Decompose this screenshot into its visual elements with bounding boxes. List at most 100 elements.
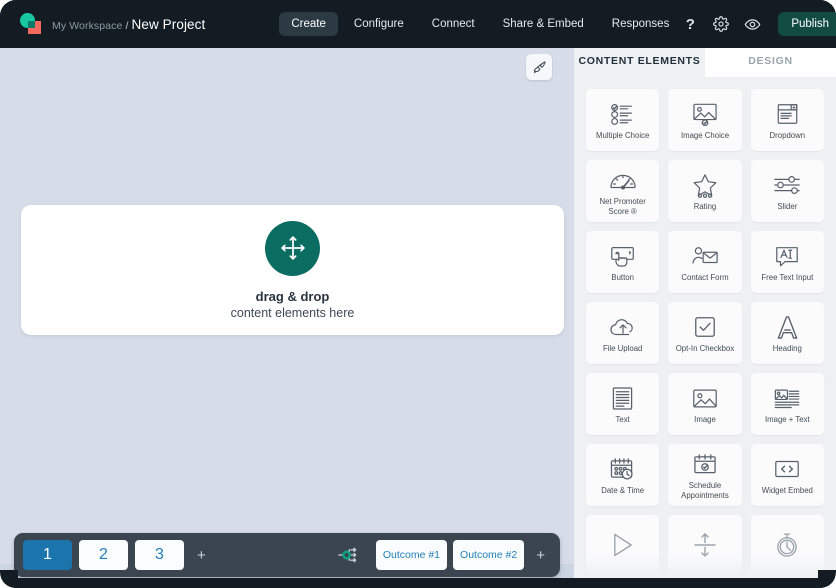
- code-brackets-icon: [773, 454, 801, 484]
- drag-drop-zone[interactable]: drag & drop content elements here: [21, 205, 564, 335]
- element-label: Schedule Appointments: [681, 481, 729, 500]
- element-tile-contact-form[interactable]: Contact Form: [668, 231, 742, 293]
- element-tile-nps[interactable]: Net Promoter Score ®: [586, 160, 660, 222]
- element-label: Slider: [777, 202, 798, 212]
- element-label: Multiple Choice: [596, 131, 650, 141]
- breadcrumb: My Workspace / New Project: [52, 17, 205, 32]
- element-label: Image Choice: [680, 131, 730, 141]
- publish-button[interactable]: Publish: [778, 12, 836, 36]
- play-triangle-icon: [609, 530, 636, 560]
- element-tile-image-choice[interactable]: Image Choice: [668, 89, 742, 151]
- multiple-choice-icon: [610, 99, 636, 129]
- element-tile-heading[interactable]: Heading: [750, 302, 824, 364]
- app-window: My Workspace / New Project Create Configur…: [0, 0, 836, 588]
- cloud-upload-icon: [609, 312, 637, 342]
- logo-overlap: [28, 21, 35, 28]
- header-actions: ? Publish SI: [681, 12, 836, 37]
- tab-design[interactable]: DESIGN: [705, 44, 836, 77]
- star-icon: [692, 170, 718, 200]
- nav-tab-connect[interactable]: Connect: [420, 12, 487, 36]
- image-text-icon: [773, 383, 801, 413]
- image-icon: [691, 383, 719, 413]
- button-click-icon: [609, 241, 637, 271]
- element-label: Rating: [693, 202, 717, 212]
- outcome-chip-2[interactable]: Outcome #2: [453, 540, 525, 570]
- element-label: Contact Form: [681, 273, 729, 283]
- calendar-clock-icon: [609, 454, 636, 484]
- element-tile-widget-embed[interactable]: Widget Embed: [750, 444, 824, 506]
- breadcrumb-workspace[interactable]: My Workspace: [52, 20, 122, 32]
- dropzone-title: drag & drop: [255, 288, 330, 304]
- element-label: Widget Embed: [761, 486, 813, 496]
- stopwatch-icon: [774, 530, 800, 560]
- breadcrumb-separator: /: [125, 19, 129, 32]
- element-label: Image: [694, 415, 716, 425]
- side-panel: CONTENT ELEMENTS DESIGN Multiple Choice …: [574, 44, 836, 588]
- element-label: Button: [611, 273, 634, 283]
- element-label: Image + Text: [764, 415, 810, 425]
- nav-tab-create[interactable]: Create: [279, 12, 338, 36]
- four-way-arrow-icon: [265, 220, 320, 276]
- spacer-divider-icon: [692, 530, 718, 560]
- element-label: Text: [615, 415, 630, 425]
- element-tile-schedule-appointments[interactable]: Schedule Appointments: [668, 444, 742, 506]
- page-tab-3[interactable]: 3: [135, 540, 184, 570]
- element-tile-spacer-divider[interactable]: [668, 515, 742, 577]
- element-tile-button[interactable]: Button: [586, 231, 660, 293]
- page-tab-1[interactable]: 1: [23, 540, 72, 570]
- image-choice-icon: [691, 99, 719, 129]
- eye-icon[interactable]: [743, 15, 761, 33]
- element-tile-text[interactable]: Text: [586, 373, 660, 435]
- element-tile-countdown-timer[interactable]: [750, 515, 824, 577]
- element-tile-free-text-input[interactable]: Free Text Input: [750, 231, 824, 293]
- element-tile-dropdown[interactable]: Dropdown: [750, 89, 824, 151]
- page-toolbar: 1 2 3 + Outcome #1 Outcome #2 +: [14, 533, 560, 577]
- element-tile-video[interactable]: [586, 515, 660, 577]
- dropdown-icon: [775, 99, 800, 129]
- element-tile-rating[interactable]: Rating: [668, 160, 742, 222]
- main-nav: Create Configure Connect Share & Embed R…: [279, 12, 681, 36]
- page-tab-2[interactable]: 2: [79, 540, 128, 570]
- content-elements-grid: Multiple Choice Image Choice Dropdown Ne…: [574, 77, 836, 577]
- element-label: Heading: [772, 344, 802, 354]
- element-label: Net Promoter Score ®: [599, 197, 646, 216]
- gauge-icon: [609, 165, 637, 195]
- element-tile-image[interactable]: Image: [668, 373, 742, 435]
- element-label: Free Text Input: [761, 273, 814, 283]
- breadcrumb-project-name[interactable]: New Project: [131, 17, 205, 32]
- element-label: File Upload: [602, 344, 643, 354]
- nav-tab-share-embed[interactable]: Share & Embed: [491, 12, 596, 36]
- outcome-chip-1[interactable]: Outcome #1: [375, 540, 448, 570]
- gear-icon[interactable]: [712, 15, 730, 33]
- add-outcome-button[interactable]: +: [530, 548, 551, 563]
- dropzone-subtitle: content elements here: [230, 305, 355, 320]
- element-tile-file-upload[interactable]: File Upload: [586, 302, 660, 364]
- paintbrush-icon[interactable]: [526, 54, 552, 80]
- logic-branch-icon[interactable]: [338, 544, 364, 566]
- tab-content-elements[interactable]: CONTENT ELEMENTS: [574, 44, 705, 77]
- nav-tab-responses[interactable]: Responses: [600, 12, 682, 36]
- element-tile-date-time[interactable]: Date & Time: [586, 444, 660, 506]
- panel-tabs: CONTENT ELEMENTS DESIGN: [574, 44, 836, 77]
- element-tile-multiple-choice[interactable]: Multiple Choice: [586, 89, 660, 151]
- checkbox-icon: [693, 312, 717, 342]
- element-label: Date & Time: [601, 486, 645, 496]
- element-tile-image-text[interactable]: Image + Text: [750, 373, 824, 435]
- element-tile-optin-checkbox[interactable]: Opt-In Checkbox: [668, 302, 742, 364]
- text-lines-icon: [611, 383, 634, 413]
- contact-form-icon: [691, 241, 719, 271]
- free-text-icon: [774, 241, 800, 271]
- add-page-button[interactable]: +: [191, 548, 212, 563]
- slider-icon: [773, 170, 801, 200]
- element-label: Dropdown: [769, 131, 806, 141]
- nav-tab-configure[interactable]: Configure: [342, 12, 416, 36]
- element-label: Opt-In Checkbox: [675, 344, 735, 354]
- calendar-check-icon: [692, 449, 718, 479]
- editor-canvas: drag & drop content elements here 1 2 3 …: [0, 44, 574, 588]
- top-header-bar: My Workspace / New Project Create Configur…: [0, 0, 836, 48]
- heading-a-icon: [775, 312, 800, 342]
- app-logo[interactable]: [20, 13, 42, 35]
- question-mark-icon[interactable]: ?: [681, 15, 699, 33]
- body-area: drag & drop content elements here 1 2 3 …: [0, 44, 836, 588]
- element-tile-slider[interactable]: Slider: [750, 160, 824, 222]
